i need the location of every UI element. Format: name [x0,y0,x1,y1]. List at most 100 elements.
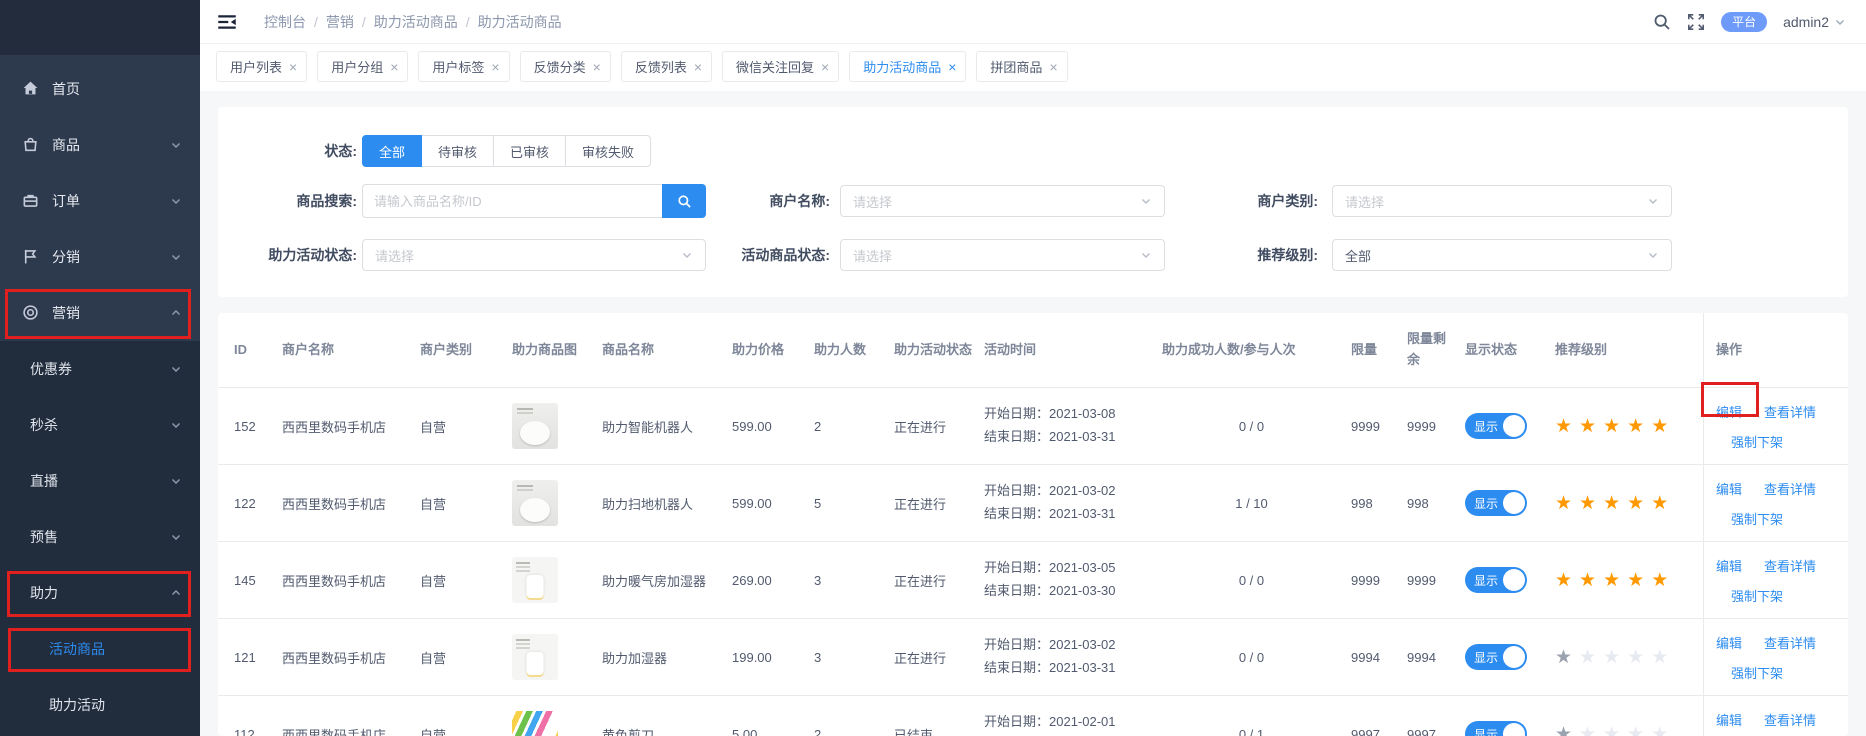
recommend-level-stars[interactable]: ★★★★★ [1555,648,1668,667]
assist-activity-status-select[interactable]: 请选择 [362,239,706,271]
display-status-toggle[interactable]: 显示 [1465,721,1527,736]
fullscreen-icon[interactable] [1687,13,1705,31]
recommend-level-stars[interactable]: ★★★★★ [1555,417,1668,436]
target-icon [22,304,40,322]
star-icon: ★ [1627,725,1644,736]
close-icon[interactable]: × [821,60,829,74]
close-icon[interactable]: × [593,60,601,74]
activity-product-status-select[interactable]: 请选择 [840,239,1165,271]
force-off-shelf-link[interactable]: 强制下架 [1731,435,1783,450]
col-limit-left: 限量剩余 [1407,329,1465,371]
close-icon[interactable]: × [491,60,499,74]
display-status-toggle[interactable]: 显示 [1465,490,1527,516]
sidebar-item-home[interactable]: 首页 [0,61,200,117]
tab-group-buy-product[interactable]: 拼团商品 × [976,51,1067,82]
view-detail-link[interactable]: 查看详情 [1764,556,1816,575]
force-off-shelf-link[interactable]: 强制下架 [1731,589,1783,604]
sidebar-collapse-icon[interactable] [214,9,240,35]
recommend-level-stars[interactable]: ★★★★★ [1555,571,1668,590]
product-thumbnail [512,403,558,449]
tab-wechat-follow-reply[interactable]: 微信关注回复 × [722,51,839,82]
cell-limit-left: 9997 [1407,727,1465,736]
status-filter-all[interactable]: 全部 [362,135,422,167]
recommend-level-select[interactable]: 全部 [1332,239,1672,271]
view-detail-link[interactable]: 查看详情 [1764,402,1816,421]
view-detail-link[interactable]: 查看详情 [1764,479,1816,498]
sidebar-item-presale[interactable]: 预售 [0,509,200,565]
breadcrumb-item[interactable]: 助力活动商品 [374,12,458,32]
tab-user-group[interactable]: 用户分组 × [317,51,408,82]
status-filter-failed[interactable]: 审核失败 [566,135,651,167]
close-icon[interactable]: × [1049,60,1057,74]
display-status-toggle[interactable]: 显示 [1465,644,1527,670]
product-search-input[interactable] [362,184,662,218]
tab-user-list[interactable]: 用户列表 × [216,51,307,82]
chevron-down-icon [1140,195,1152,207]
sidebar-item-product[interactable]: 商品 [0,117,200,173]
edit-link[interactable]: 编辑 [1716,633,1742,652]
sidebar-item-assist-activity[interactable]: 助力活动 [0,677,200,733]
assist-activity-status-field: 助力活动状态: 请选择 [218,239,715,271]
cell-limit-left: 9999 [1407,419,1465,434]
sidebar-item-order[interactable]: 订单 [0,173,200,229]
recommend-level-stars[interactable]: ★★★★★ [1555,725,1668,736]
cell-limit-left: 9999 [1407,573,1465,588]
cell-product-name: 助力智能机器人 [602,417,732,436]
close-icon[interactable]: × [948,60,956,74]
status-filter-approved[interactable]: 已审核 [494,135,566,167]
tab-feedback-list[interactable]: 反馈列表 × [621,51,712,82]
platform-badge[interactable]: 平台 [1721,12,1767,32]
breadcrumb-item[interactable]: 营销 [326,12,354,32]
cell-merchant-name: 西西里数码手机店 [282,417,420,436]
star-icon: ★ [1627,494,1644,513]
col-recommend-level: 推荐级别 [1555,340,1703,361]
sidebar-item-seckill[interactable]: 秒杀 [0,397,200,453]
tab-feedback-category[interactable]: 反馈分类 × [520,51,611,82]
product-search-button[interactable] [662,184,706,218]
cell-merchant-type: 自营 [420,571,512,590]
edit-link[interactable]: 编辑 [1716,479,1742,498]
cell-assist-people: 2 [814,419,894,434]
breadcrumb-item[interactable]: 控制台 [264,12,306,32]
sidebar-item-marketing[interactable]: 营销 [0,285,200,341]
close-icon[interactable]: × [694,60,702,74]
edit-link[interactable]: 编辑 [1716,402,1742,421]
close-icon[interactable]: × [289,60,297,74]
cell-assist-price: 199.00 [732,650,814,665]
display-status-toggle[interactable]: 显示 [1465,413,1527,439]
search-icon[interactable] [1653,13,1671,31]
close-icon[interactable]: × [390,60,398,74]
user-menu[interactable]: admin2 [1783,14,1846,30]
sidebar-item-coupon[interactable]: 优惠券 [0,341,200,397]
merchant-name-select[interactable]: 请选择 [840,185,1165,217]
sidebar-item-assist[interactable]: 助力 [0,565,200,621]
cell-limit-left: 9994 [1407,650,1465,665]
sidebar-item-distribution[interactable]: 分销 [0,229,200,285]
edit-link[interactable]: 编辑 [1716,710,1742,729]
display-status-toggle[interactable]: 显示 [1465,567,1527,593]
force-off-shelf-link[interactable]: 强制下架 [1731,666,1783,681]
status-filter-pending[interactable]: 待审核 [422,135,494,167]
sidebar-item-assist-activity-product[interactable]: 活动商品 [0,621,200,677]
merchant-type-select[interactable]: 请选择 [1332,185,1672,217]
activity-product-status-label: 活动商品状态: [715,245,830,265]
view-detail-link[interactable]: 查看详情 [1764,633,1816,652]
tab-assist-activity-product[interactable]: 助力活动商品 × [849,51,966,82]
edit-link[interactable]: 编辑 [1716,556,1742,575]
cell-activity-time: 开始日期：2021-02-01 结束日期：2021-02-28 [984,711,1162,736]
chevron-up-icon [170,307,182,319]
username: admin2 [1783,14,1829,30]
cell-success-count: 0 / 0 [1162,419,1351,434]
tab-user-tag[interactable]: 用户标签 × [418,51,509,82]
star-icon: ★ [1651,725,1668,736]
force-off-shelf-link[interactable]: 强制下架 [1731,512,1783,527]
star-icon: ★ [1555,494,1572,513]
chevron-down-icon [170,195,182,207]
assist-activity-status-label: 助力活动状态: [218,245,357,265]
sidebar-item-live[interactable]: 直播 [0,453,200,509]
cell-product-name: 助力加湿器 [602,648,732,667]
view-detail-link[interactable]: 查看详情 [1764,710,1816,729]
status-filter-label: 状态: [218,141,357,161]
cell-merchant-name: 西西里数码手机店 [282,494,420,513]
recommend-level-stars[interactable]: ★★★★★ [1555,494,1668,513]
